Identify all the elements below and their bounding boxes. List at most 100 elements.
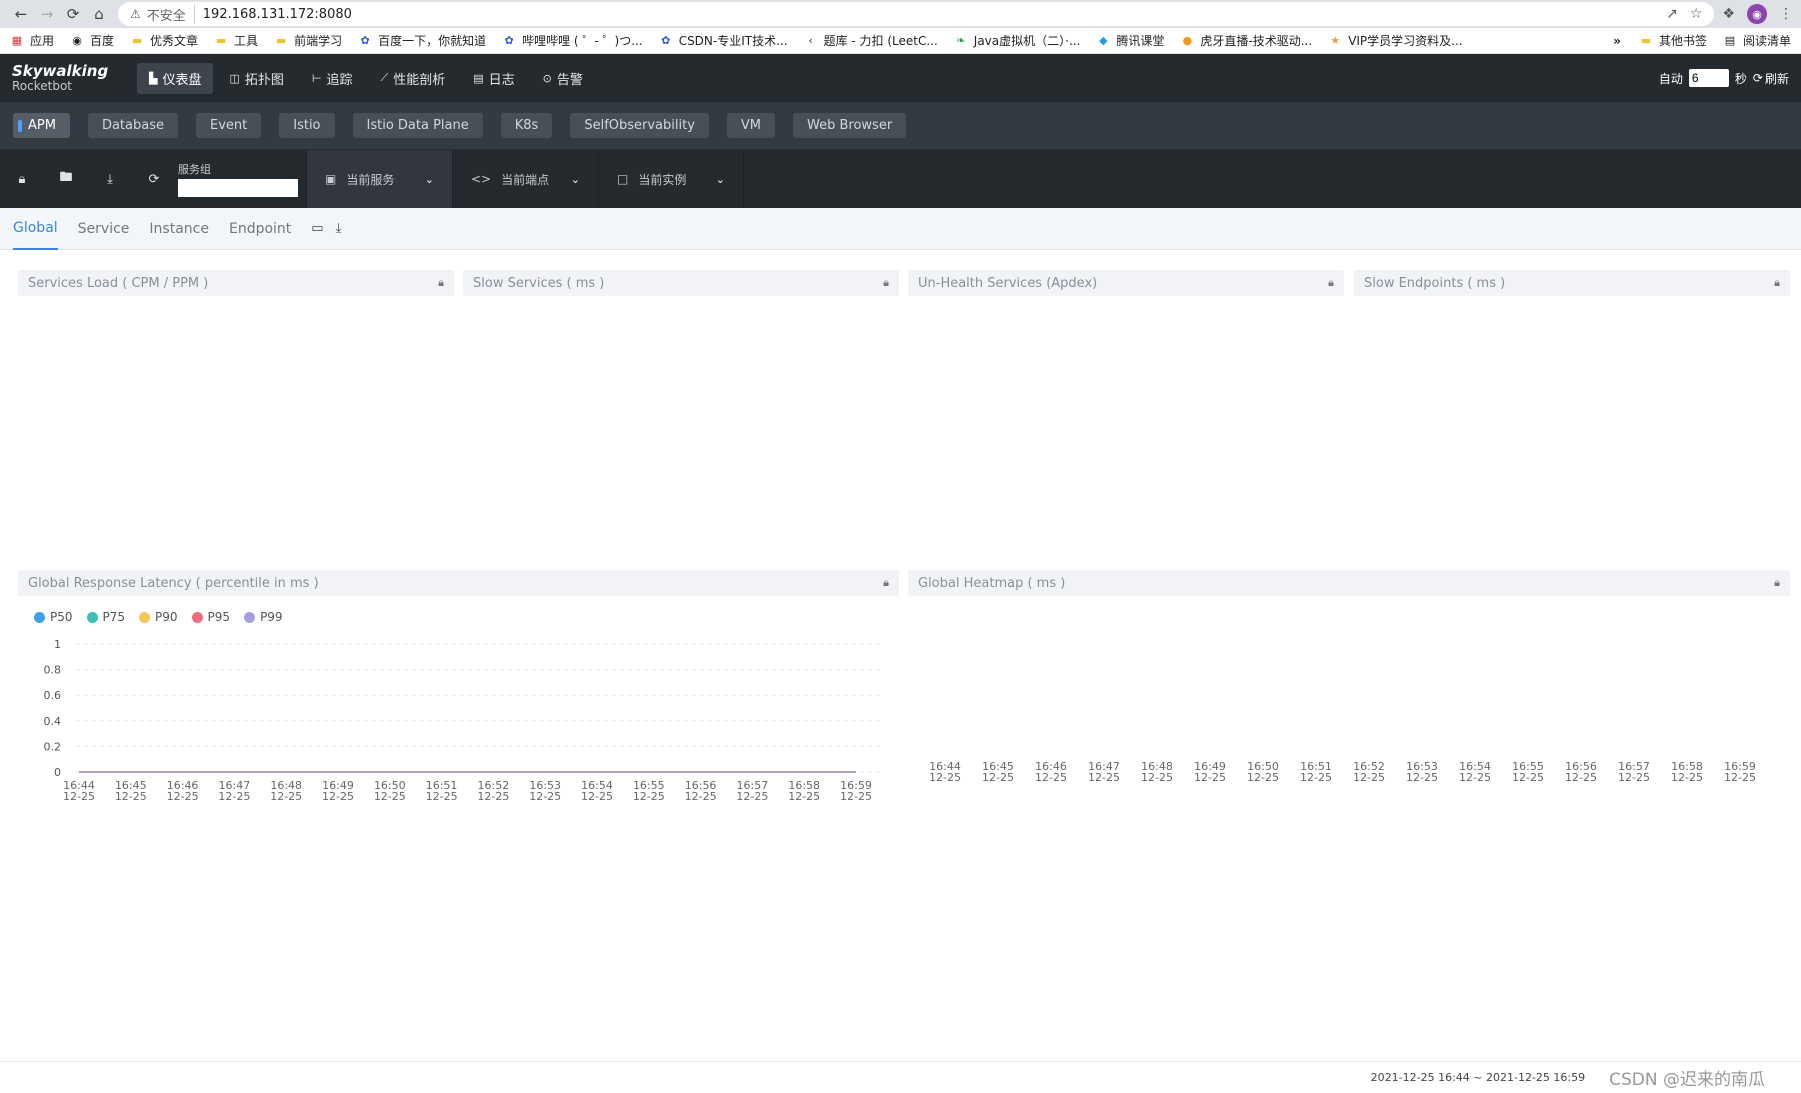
download-icon[interactable]: ⤓ <box>336 221 342 236</box>
folder-icon[interactable]: 🖿 <box>44 150 88 208</box>
code-icon: <> <box>471 172 492 186</box>
bookmark-item[interactable]: ‹ 题库 - 力扣 (LeetC... <box>804 32 937 49</box>
nav-item-5[interactable]: ⊙ 告警 <box>531 63 595 94</box>
lock-icon[interactable]: 🔒︎ <box>0 150 44 208</box>
paw-icon: ✿ <box>661 34 671 47</box>
address-bar[interactable]: ⚠ 不安全 192.168.131.172:8080 ↗ ☆ <box>118 2 1715 26</box>
folder-icon[interactable]: ▭ <box>311 221 323 236</box>
bookmark-item[interactable]: ✿ 百度一下，你就知道 <box>358 32 486 49</box>
seconds-label: 秒 <box>1734 71 1747 86</box>
layer-tab-istio[interactable]: Istio <box>279 113 335 138</box>
bookmark-item[interactable]: ▬ 前端学习 <box>274 32 342 49</box>
time-range[interactable]: 2021-12-25 16:44 ~ 2021-12-25 16:59 <box>1371 1071 1585 1084</box>
nav-item-label: 性能剖析 <box>393 72 446 88</box>
service-group-label: 服务组 <box>178 163 211 176</box>
other-bookmarks[interactable]: ▬ 其他书签 <box>1639 32 1707 49</box>
nav-item-4[interactable]: ▤ 日志 <box>461 63 526 94</box>
watermark: CSDN @迟来的南瓜 <box>1609 1070 1765 1090</box>
forward-icon[interactable]: → <box>34 2 60 26</box>
reload-icon[interactable]: ⟳ <box>60 2 86 26</box>
layer-tab-label: K8s <box>514 118 539 133</box>
nav-item-2[interactable]: ⊢ 追踪 <box>300 63 365 94</box>
legend-item[interactable]: P50 <box>34 610 73 624</box>
lock-icon[interactable]: 🔒︎ <box>1774 276 1780 290</box>
bookmark-item[interactable]: ● 虎牙直播-技术驱动... <box>1180 32 1313 49</box>
bookmark-item[interactable]: ▦ 应用 <box>10 32 54 49</box>
home-icon[interactable]: ⌂ <box>86 2 112 26</box>
legend-item[interactable]: P90 <box>139 610 178 624</box>
layer-tab-web-browser[interactable]: Web Browser <box>793 113 907 138</box>
refresh-icon: ⟳ <box>1752 71 1763 85</box>
lock-icon[interactable]: 🔒︎ <box>1328 276 1334 290</box>
bookmark-item[interactable]: ▬ 优秀文章 <box>130 32 198 49</box>
refresh-button[interactable]: ⟳ 刷新 <box>1753 70 1789 87</box>
lock-icon[interactable]: 🔒︎ <box>438 276 444 290</box>
share-icon[interactable]: ↗ <box>1666 6 1678 22</box>
bookmark-label: VIP学员学习资料及... <box>1348 34 1463 48</box>
x-tick-label: 16:53 12-25 <box>1406 760 1438 784</box>
layer-tab-apm[interactable]: APM <box>13 113 70 138</box>
lock-icon[interactable]: 🔒︎ <box>883 276 889 290</box>
tab-endpoint[interactable]: Endpoint <box>229 208 291 250</box>
current-endpoint-label: 当前端点 <box>501 172 550 187</box>
layer-tab-label: Istio <box>293 118 321 133</box>
bookmark-label: 虎牙直播-技术驱动... <box>1200 34 1313 48</box>
chevron-down-icon: ⌄ <box>715 172 725 186</box>
x-tick-label: 16:50 12-25 <box>1247 760 1279 784</box>
tab-service[interactable]: Service <box>78 208 130 250</box>
bookmark-item[interactable]: ✿ CSDN-专业IT技术... <box>659 32 787 49</box>
nav-item-0[interactable]: ▙ 仪表盘 <box>137 62 214 94</box>
x-tick-label: 16:51 12-25 <box>426 779 458 803</box>
layer-tab-k8s[interactable]: K8s <box>500 113 553 138</box>
back-icon[interactable]: ← <box>8 2 34 26</box>
layer-tab-event[interactable]: Event <box>195 113 262 138</box>
lock-icon[interactable]: 🔒︎ <box>883 576 889 590</box>
bookmark-item[interactable]: ◉ 百度 <box>70 32 114 49</box>
current-service-select[interactable]: ▣ 当前服务 ⌄ <box>306 150 452 208</box>
download-icon[interactable]: ⤓ <box>88 150 132 208</box>
legend-item[interactable]: P99 <box>244 610 283 624</box>
nav-item-3[interactable]: ⟋ 性能剖析 <box>369 63 458 94</box>
reading-list[interactable]: ▤ 阅读清单 <box>1723 32 1791 49</box>
lock-icon[interactable]: 🔒︎ <box>1774 576 1780 590</box>
bookmark-item[interactable]: ★ VIP学员学习资料及... <box>1328 32 1462 49</box>
tab-global[interactable]: Global <box>13 208 58 250</box>
global-latency-panel: Global Response Latency ( percentile in … <box>18 570 899 828</box>
x-tick-label: 16:49 12-25 <box>1194 760 1226 784</box>
x-tick-label: 16:46 12-25 <box>167 779 199 803</box>
layer-tab-label: Web Browser <box>807 118 893 133</box>
layer-tab-selfobservability[interactable]: SelfObservability <box>570 113 709 138</box>
menu-icon[interactable]: ⋮ <box>1779 6 1793 22</box>
legend-item[interactable]: P95 <box>191 610 230 624</box>
x-tick-label: 16:44 12-25 <box>63 779 95 803</box>
auto-interval-input[interactable] <box>1688 69 1729 87</box>
star-icon[interactable]: ☆ <box>1690 6 1703 22</box>
current-instance-select[interactable]: □ 当前实例 ⌄ <box>598 150 744 208</box>
bookmark-item[interactable]: ▬ 工具 <box>214 32 258 49</box>
more-bookmarks-button[interactable]: » <box>1613 34 1621 48</box>
legend-item[interactable]: P75 <box>86 610 125 624</box>
browser-toolbar: ← → ⟳ ⌂ ⚠ 不安全 192.168.131.172:8080 ↗ ☆ ❖… <box>0 0 1801 28</box>
tab-instance[interactable]: Instance <box>149 208 209 250</box>
layer-tab-database[interactable]: Database <box>87 113 178 138</box>
bookmark-item[interactable]: ✿ 哔哩哔哩 ( ゜- ゜)つ... <box>502 32 642 49</box>
sync-icon[interactable]: ⟳ <box>132 150 176 208</box>
main-nav: ▙ 仪表盘 ◫ 拓扑图 ⊢ 追踪 ⟋ 性能剖析 ▤ 日志 ⊙ 告警 <box>137 62 595 94</box>
nav-item-1[interactable]: ◫ 拓扑图 <box>217 63 295 94</box>
profile-avatar[interactable]: ◉ <box>1747 4 1767 24</box>
y-tick-label: 0.6 <box>44 689 62 702</box>
current-service-label: 当前服务 <box>346 172 395 187</box>
x-tick-label: 16:58 12-25 <box>1671 760 1703 784</box>
layer-tab-istio-data-plane[interactable]: Istio Data Plane <box>352 113 483 138</box>
current-endpoint-select[interactable]: <> 当前端点 ⌄ <box>452 150 598 208</box>
panel-title: Slow Services ( ms ) <box>473 275 605 291</box>
latency-chart: 0 0.2 0.4 0.6 0.8 1 16:44 12-25 16:45 12-25 16:46 1… <box>44 638 880 803</box>
insecure-label: 不安全 <box>147 4 195 24</box>
layer-tab-vm[interactable]: VM <box>726 113 776 138</box>
nav-item-label: 仪表盘 <box>162 72 202 88</box>
service-group-input[interactable] <box>178 179 298 197</box>
extensions-icon[interactable]: ❖ <box>1722 6 1735 22</box>
layer-tab-label: Event <box>209 118 248 133</box>
bookmark-item[interactable]: ◆ 腾讯课堂 <box>1096 32 1164 49</box>
bookmark-item[interactable]: ❧ Java虚拟机（二）·... <box>954 32 1080 49</box>
